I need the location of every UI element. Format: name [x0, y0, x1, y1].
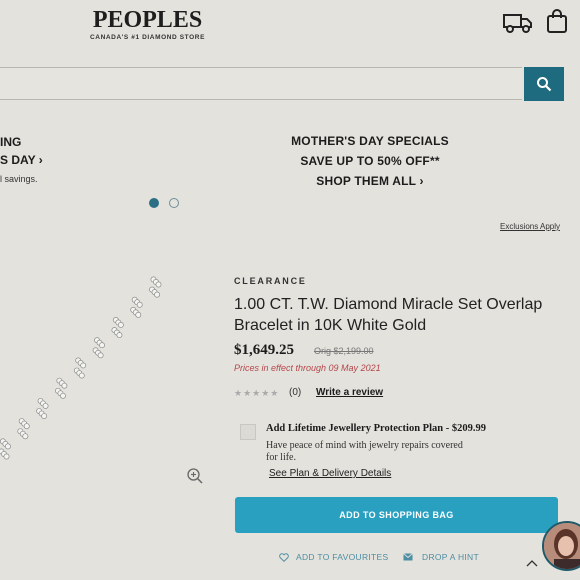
- favourites-label: ADD TO FAVOURITES: [296, 552, 389, 562]
- heart-icon: [279, 552, 289, 562]
- bracelet-diamond: [23, 423, 30, 430]
- bracelet-diamond: [116, 332, 123, 339]
- banner-left-line1: ING: [0, 135, 22, 149]
- price-effective-note: Prices in effect through 09 May 2021: [234, 363, 381, 373]
- product-image[interactable]: [0, 270, 175, 470]
- bracelet-diamond: [136, 301, 143, 308]
- search-button[interactable]: [524, 67, 564, 101]
- banner-offer: SAVE UP TO 50% OFF**: [300, 154, 440, 168]
- banner-left-line2: S DAY ›: [0, 153, 43, 167]
- bracelet-diamond: [42, 402, 49, 409]
- bracelet-diamond: [22, 433, 29, 440]
- chevron-up-icon[interactable]: [526, 555, 538, 567]
- bracelet-diamond: [97, 352, 104, 359]
- envelope-icon: [403, 553, 413, 561]
- chat-avatar[interactable]: [542, 521, 580, 571]
- protection-plan-checkbox[interactable]: [240, 424, 256, 440]
- review-count: (0): [289, 387, 302, 398]
- bracelet-diamond: [155, 281, 162, 288]
- search-input[interactable]: [0, 67, 522, 100]
- promo-banner-center[interactable]: MOTHER'S DAY SPECIALS SAVE UP TO 50% OFF…: [250, 131, 490, 191]
- bracelet-diamond: [41, 413, 48, 419]
- bracelet-diamond: [135, 311, 142, 318]
- banner-left-line3: l savings.: [0, 174, 38, 184]
- drop-a-hint-link[interactable]: DROP A HINT: [403, 552, 479, 562]
- promo-banner-left[interactable]: ING S DAY › l savings.: [0, 133, 80, 187]
- banner-headline: MOTHER'S DAY SPECIALS: [291, 134, 449, 148]
- protection-plan-title: Add Lifetime Jewellery Protection Plan -…: [266, 423, 486, 434]
- protection-plan-description: Have peace of mind with jewelry repairs …: [266, 440, 463, 463]
- hint-label: DROP A HINT: [422, 552, 479, 562]
- write-review-link[interactable]: Write a review: [316, 387, 383, 398]
- bracelet-diamond: [154, 291, 161, 298]
- exclusions-link[interactable]: Exclusions Apply: [500, 222, 560, 231]
- plan-details-link[interactable]: See Plan & Delivery Details: [269, 468, 391, 479]
- original-price: Orig $2,199.00: [314, 346, 374, 356]
- sale-price: $1,649.25: [234, 342, 294, 358]
- bracelet-diamond: [78, 372, 85, 379]
- add-to-bag-button[interactable]: ADD TO SHOPPING BAG: [235, 497, 558, 533]
- bracelet-diamond: [80, 362, 87, 369]
- logo-tagline: CANADA'S #1 DIAMOND STORE: [90, 34, 206, 41]
- logo[interactable]: PEOPLES CANADA'S #1 DIAMOND STORE: [90, 8, 205, 41]
- bracelet-diamond: [3, 453, 10, 460]
- rating-stars: ★★★★★: [234, 388, 280, 398]
- clearance-badge: CLEARANCE: [234, 276, 307, 286]
- bracelet-diamond: [99, 342, 105, 349]
- bracelet-diamond: [60, 392, 66, 399]
- bracelet-diamond: [117, 322, 124, 328]
- product-title: 1.00 CT. T.W. Diamond Miracle Set Overla…: [234, 296, 543, 334]
- truck-icon[interactable]: [503, 12, 533, 34]
- search-icon: [537, 77, 552, 92]
- carousel-dot-active[interactable]: [149, 198, 159, 208]
- logo-wordmark: PEOPLES: [92, 7, 203, 33]
- shopping-bag-icon[interactable]: [546, 8, 568, 34]
- bracelet-diamond: [4, 443, 11, 450]
- banner-cta[interactable]: SHOP THEM ALL ›: [250, 171, 490, 191]
- add-to-favourites-link[interactable]: ADD TO FAVOURITES: [279, 552, 388, 562]
- carousel-dot[interactable]: [169, 198, 179, 208]
- bracelet-diamond: [61, 382, 68, 389]
- zoom-icon[interactable]: [186, 467, 204, 485]
